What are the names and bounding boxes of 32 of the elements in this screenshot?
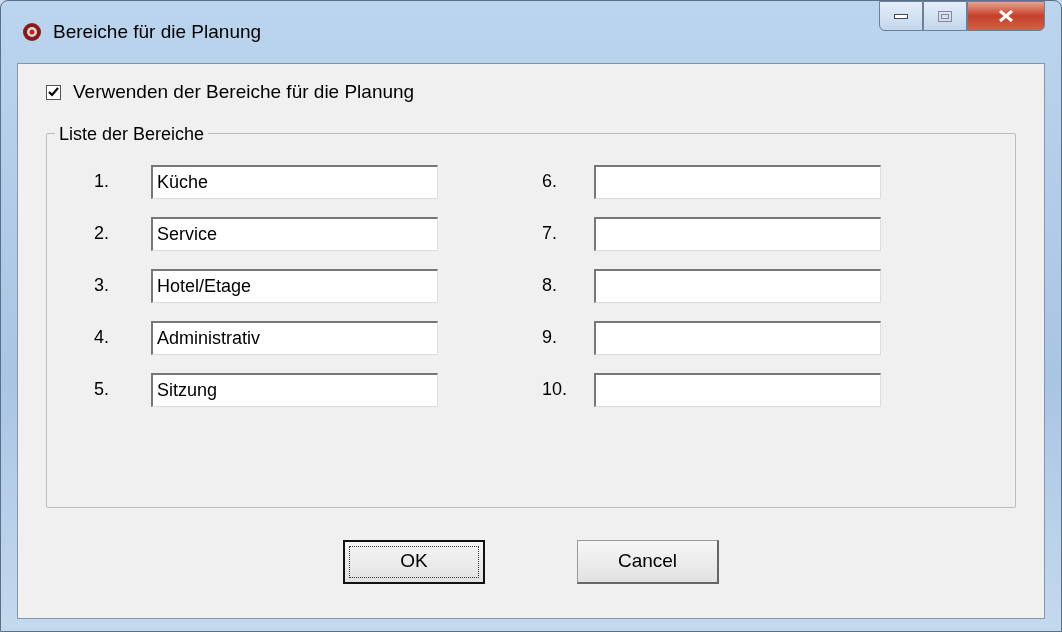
dialog-button[interactable]: Cancel xyxy=(577,539,719,584)
row-number: 6. xyxy=(541,170,558,193)
checkbox[interactable] xyxy=(46,84,61,100)
text-field[interactable]: Küche xyxy=(151,164,438,199)
text-field[interactable]: Hotel/Etage xyxy=(151,268,438,303)
text-field[interactable]: Sitzung xyxy=(151,372,438,407)
text-field[interactable]: Administrativ xyxy=(151,320,438,355)
close-icon xyxy=(999,10,1013,22)
minimize-icon xyxy=(894,13,908,19)
row-number: 8. xyxy=(541,274,558,297)
row-number: 7. xyxy=(541,222,558,245)
row-number: 5. xyxy=(93,378,110,401)
checkbox-label: Verwenden der Bereiche für die Planung xyxy=(73,80,415,104)
app-icon xyxy=(21,21,43,43)
row-number: 9. xyxy=(541,326,558,349)
row-number: 4. xyxy=(93,326,110,349)
row-number: 3. xyxy=(93,274,110,297)
text-field[interactable] xyxy=(594,268,881,303)
minimize-button[interactable] xyxy=(879,1,923,31)
dialog-button[interactable]: OK xyxy=(343,539,485,584)
window-title: Bereiche für die Planung xyxy=(53,19,262,44)
row-number: 10. xyxy=(541,378,569,401)
text-field[interactable] xyxy=(594,216,881,251)
row-number: 1. xyxy=(93,170,110,193)
close-button[interactable] xyxy=(967,1,1045,31)
maximize-icon xyxy=(938,10,952,22)
checkmark-icon xyxy=(48,86,59,98)
text-field[interactable] xyxy=(594,320,881,355)
text-field[interactable] xyxy=(594,372,881,407)
text-field[interactable] xyxy=(594,164,881,199)
text-field[interactable]: Service xyxy=(151,216,438,251)
row-number: 2. xyxy=(93,222,110,245)
